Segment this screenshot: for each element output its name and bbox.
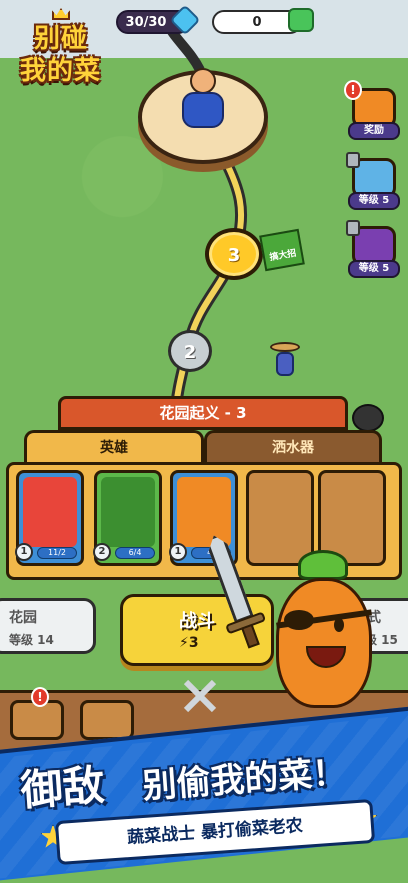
alert-badge-icon: ! xyxy=(344,80,362,100)
crossed-swords-icon[interactable] xyxy=(180,676,220,716)
level-node-current[interactable]: 3 xyxy=(205,228,263,280)
hero-card-tomato[interactable]: 1 11/2 xyxy=(15,470,84,566)
tab-hero[interactable]: 英雄 xyxy=(24,430,204,464)
coin-counter[interactable]: 0 xyxy=(212,8,314,34)
carrot-hero-mascot xyxy=(262,550,382,710)
lock-icon xyxy=(346,152,360,168)
gift-level-label: 等级 5 xyxy=(348,260,400,278)
quest-button[interactable]: 等级 5 xyxy=(346,152,402,210)
card-level: 2 xyxy=(93,543,111,561)
energy-value: 30/30 xyxy=(125,15,167,30)
card-progress: 6/4 xyxy=(115,547,155,559)
panel-tabs: 英雄 洒水器 xyxy=(24,430,382,464)
fight-cost-value: 3 xyxy=(188,635,199,651)
stage-title: 花园起义 - 3 xyxy=(58,396,348,430)
bomb-icon xyxy=(352,404,384,432)
game-logo: 别碰 我的菜 xyxy=(14,8,126,86)
skill-tag: 搞大招 xyxy=(259,228,305,272)
card-level: 1 xyxy=(169,543,187,561)
farmer-enemy-icon xyxy=(270,342,300,380)
level-node-current-number: 3 xyxy=(227,245,241,266)
level-node-next[interactable]: 2 xyxy=(168,330,212,372)
empty-card-slot[interactable] xyxy=(246,470,314,566)
quest-level-label: 等级 5 xyxy=(348,192,400,210)
reward-label: 奖励 xyxy=(348,122,400,140)
collection-button[interactable] xyxy=(80,700,134,740)
card-progress: 11/2 xyxy=(37,547,77,559)
hero-card-broccoli[interactable]: 2 6/4 xyxy=(93,470,162,566)
card-level: 1 xyxy=(15,543,33,561)
level-node-next-number: 2 xyxy=(183,342,197,363)
slogan-big: 御敌 xyxy=(18,760,107,816)
farmer-boss-icon xyxy=(178,68,228,138)
logo-line-2: 我的菜 xyxy=(20,56,102,86)
shop-button[interactable]: ! xyxy=(10,687,64,740)
broccoli-archer-icon xyxy=(101,477,155,547)
skill-tag-label: 搞大招 xyxy=(268,248,298,264)
garden-level: 等级 14 xyxy=(9,633,54,647)
garden-button[interactable]: 花园 等级 14 xyxy=(0,598,96,654)
alert-badge-icon: ! xyxy=(31,687,49,707)
reward-button[interactable]: 奖励 ! xyxy=(344,80,402,140)
garden-title: 花园 xyxy=(9,610,37,626)
gem-chest-icon xyxy=(288,8,314,32)
gift-button[interactable]: 等级 5 xyxy=(346,220,402,278)
tab-sprinkler[interactable]: 洒水器 xyxy=(204,430,382,464)
fight-cost: ⚡3 xyxy=(179,635,199,651)
tomato-icon xyxy=(23,477,77,547)
energy-counter[interactable]: 30/30 xyxy=(116,4,201,36)
lock-icon xyxy=(346,220,360,236)
